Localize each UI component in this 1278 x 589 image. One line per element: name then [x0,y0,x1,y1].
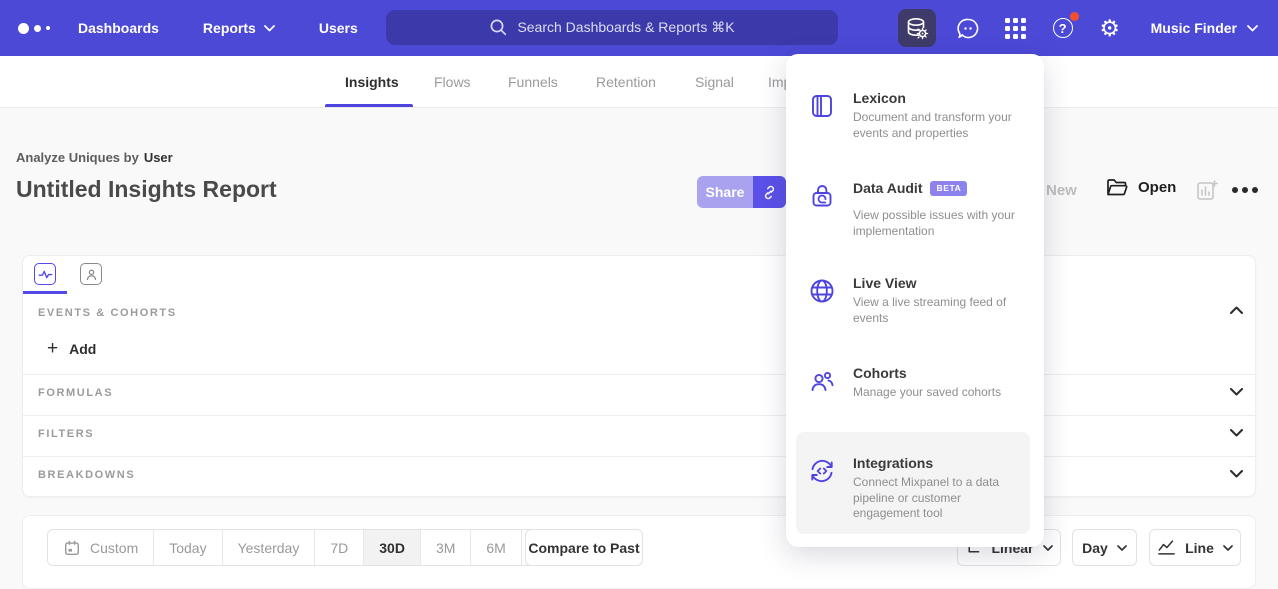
line-chart-icon [1157,539,1176,556]
tab-events-query[interactable] [34,263,56,285]
link-icon [761,184,778,201]
data-management-icon [904,15,930,41]
section-formulas: FORMULAS [38,387,113,399]
chevron-down-icon [264,25,275,32]
calendar-icon [63,539,81,557]
query-builder-card: EVENTS & COHORTS + Add FORMULAS FILTERS … [22,255,1256,497]
data-management-button[interactable] [898,9,936,47]
chevron-down-icon [1230,470,1243,478]
range-6m[interactable]: 6M [471,530,521,565]
search-input[interactable]: Search Dashboards & Reports ⌘K [386,10,838,45]
tab-funnels[interactable]: Funnels [508,56,558,108]
date-range-segmented-control: Custom Today Yesterday 7D 30D 3M 6M 12M [47,529,580,566]
analysis-entity: User [144,150,173,165]
range-7d[interactable]: 7D [315,530,364,565]
share-split-button: Share [697,176,786,208]
time-controls-card: Custom Today Yesterday 7D 30D 3M 6M 12M … [22,515,1256,589]
plus-icon: + [47,339,58,358]
section-breakdowns: BREAKDOWNS [38,469,135,481]
share-button[interactable]: Share [697,176,753,208]
divider [23,456,1255,457]
divider [23,415,1255,416]
feedback-chat-icon [955,15,982,42]
chevron-down-icon [1230,429,1243,437]
audit-lock-icon [808,182,836,210]
range-yesterday[interactable]: Yesterday [223,530,316,565]
menu-item-cohorts[interactable]: Cohorts Manage your saved cohorts [808,365,1031,401]
search-icon [489,18,508,37]
section-filters: FILTERS [38,428,94,440]
more-dots-icon [1232,187,1238,193]
add-to-dashboard-button[interactable] [1196,179,1219,202]
tab-retention[interactable]: Retention [596,56,656,108]
expand-formulas-button[interactable] [1230,388,1243,396]
tab-signal[interactable]: Signal [695,56,734,108]
person-icon [84,267,99,282]
active-query-tab-underline [23,291,67,294]
data-management-dropdown: Lexicon Document and transform your even… [786,54,1044,547]
help-button[interactable]: ? [1049,14,1077,42]
range-custom[interactable]: Custom [48,530,154,565]
apps-grid-button[interactable] [1002,14,1030,42]
range-today[interactable]: Today [154,530,222,565]
nav-dashboards[interactable]: Dashboards [78,20,159,36]
menu-item-integrations[interactable]: Integrations Connect Mixpanel to a data … [808,455,1031,522]
collapse-events-button[interactable] [1230,306,1243,314]
workspace-switcher[interactable]: Music Finder [1151,20,1258,36]
menu-item-live-view[interactable]: Live View View a live streaming feed of … [808,275,1031,326]
analysis-context[interactable]: Analyze Uniques byUser [16,150,173,165]
new-report-button[interactable]: New [1046,182,1077,199]
tab-flows[interactable]: Flows [434,56,471,108]
search-placeholder: Search Dashboards & Reports ⌘K [517,19,734,36]
menu-item-data-audit[interactable]: Data AuditBETA View possible issues with… [808,180,1031,239]
notification-dot [1070,12,1079,21]
report-tabbar: Insights Flows Funnels Retention Signal … [0,56,1278,108]
expand-breakdowns-button[interactable] [1230,470,1243,478]
chevron-down-icon [1223,545,1233,551]
range-30d[interactable]: 30D [364,530,421,565]
sync-icon [808,457,836,485]
settings-button[interactable]: ⚙ [1096,14,1124,42]
expand-filters-button[interactable] [1230,429,1243,437]
feedback-button[interactable] [955,14,983,42]
divider [23,374,1255,375]
copy-link-button[interactable] [753,176,786,208]
chevron-down-icon [1043,545,1053,551]
people-icon [808,367,836,395]
globe-icon [808,277,836,305]
compare-to-past-button[interactable]: Compare to Past [525,529,643,566]
page-title[interactable]: Untitled Insights Report [16,176,277,203]
pulse-chart-icon [38,267,53,282]
chevron-down-icon [1117,545,1127,551]
workspace-name: Music Finder [1151,20,1237,36]
chevron-down-icon [1247,25,1258,32]
chevron-down-icon [1230,388,1243,396]
mixpanel-logo-icon [18,23,62,34]
range-3m[interactable]: 3M [421,530,471,565]
open-report-button[interactable]: Open [1106,178,1176,197]
nav-users[interactable]: Users [319,20,358,36]
chevron-up-icon [1230,306,1243,314]
menu-item-lexicon[interactable]: Lexicon Document and transform your even… [808,90,1031,141]
settings-gear-icon: ⚙ [1099,17,1120,40]
apps-grid-icon [1005,18,1026,39]
tab-insights[interactable]: Insights [345,56,399,108]
help-icon: ? [1053,18,1073,38]
add-event-button[interactable]: + Add [47,339,96,358]
book-icon [808,92,836,120]
chart-type-dropdown[interactable]: Line [1149,529,1241,566]
more-options-button[interactable] [1232,187,1258,193]
add-chart-icon [1196,179,1219,202]
folder-icon [1106,178,1128,197]
interval-dropdown[interactable]: Day [1072,529,1137,566]
nav-reports[interactable]: Reports [203,20,275,36]
beta-badge: BETA [930,181,967,196]
top-navbar: Dashboards Reports Users Search Dashboar… [0,0,1278,56]
tab-profiles-query[interactable] [80,263,102,285]
active-tab-underline [325,104,413,107]
section-events-cohorts: EVENTS & COHORTS [38,307,177,319]
